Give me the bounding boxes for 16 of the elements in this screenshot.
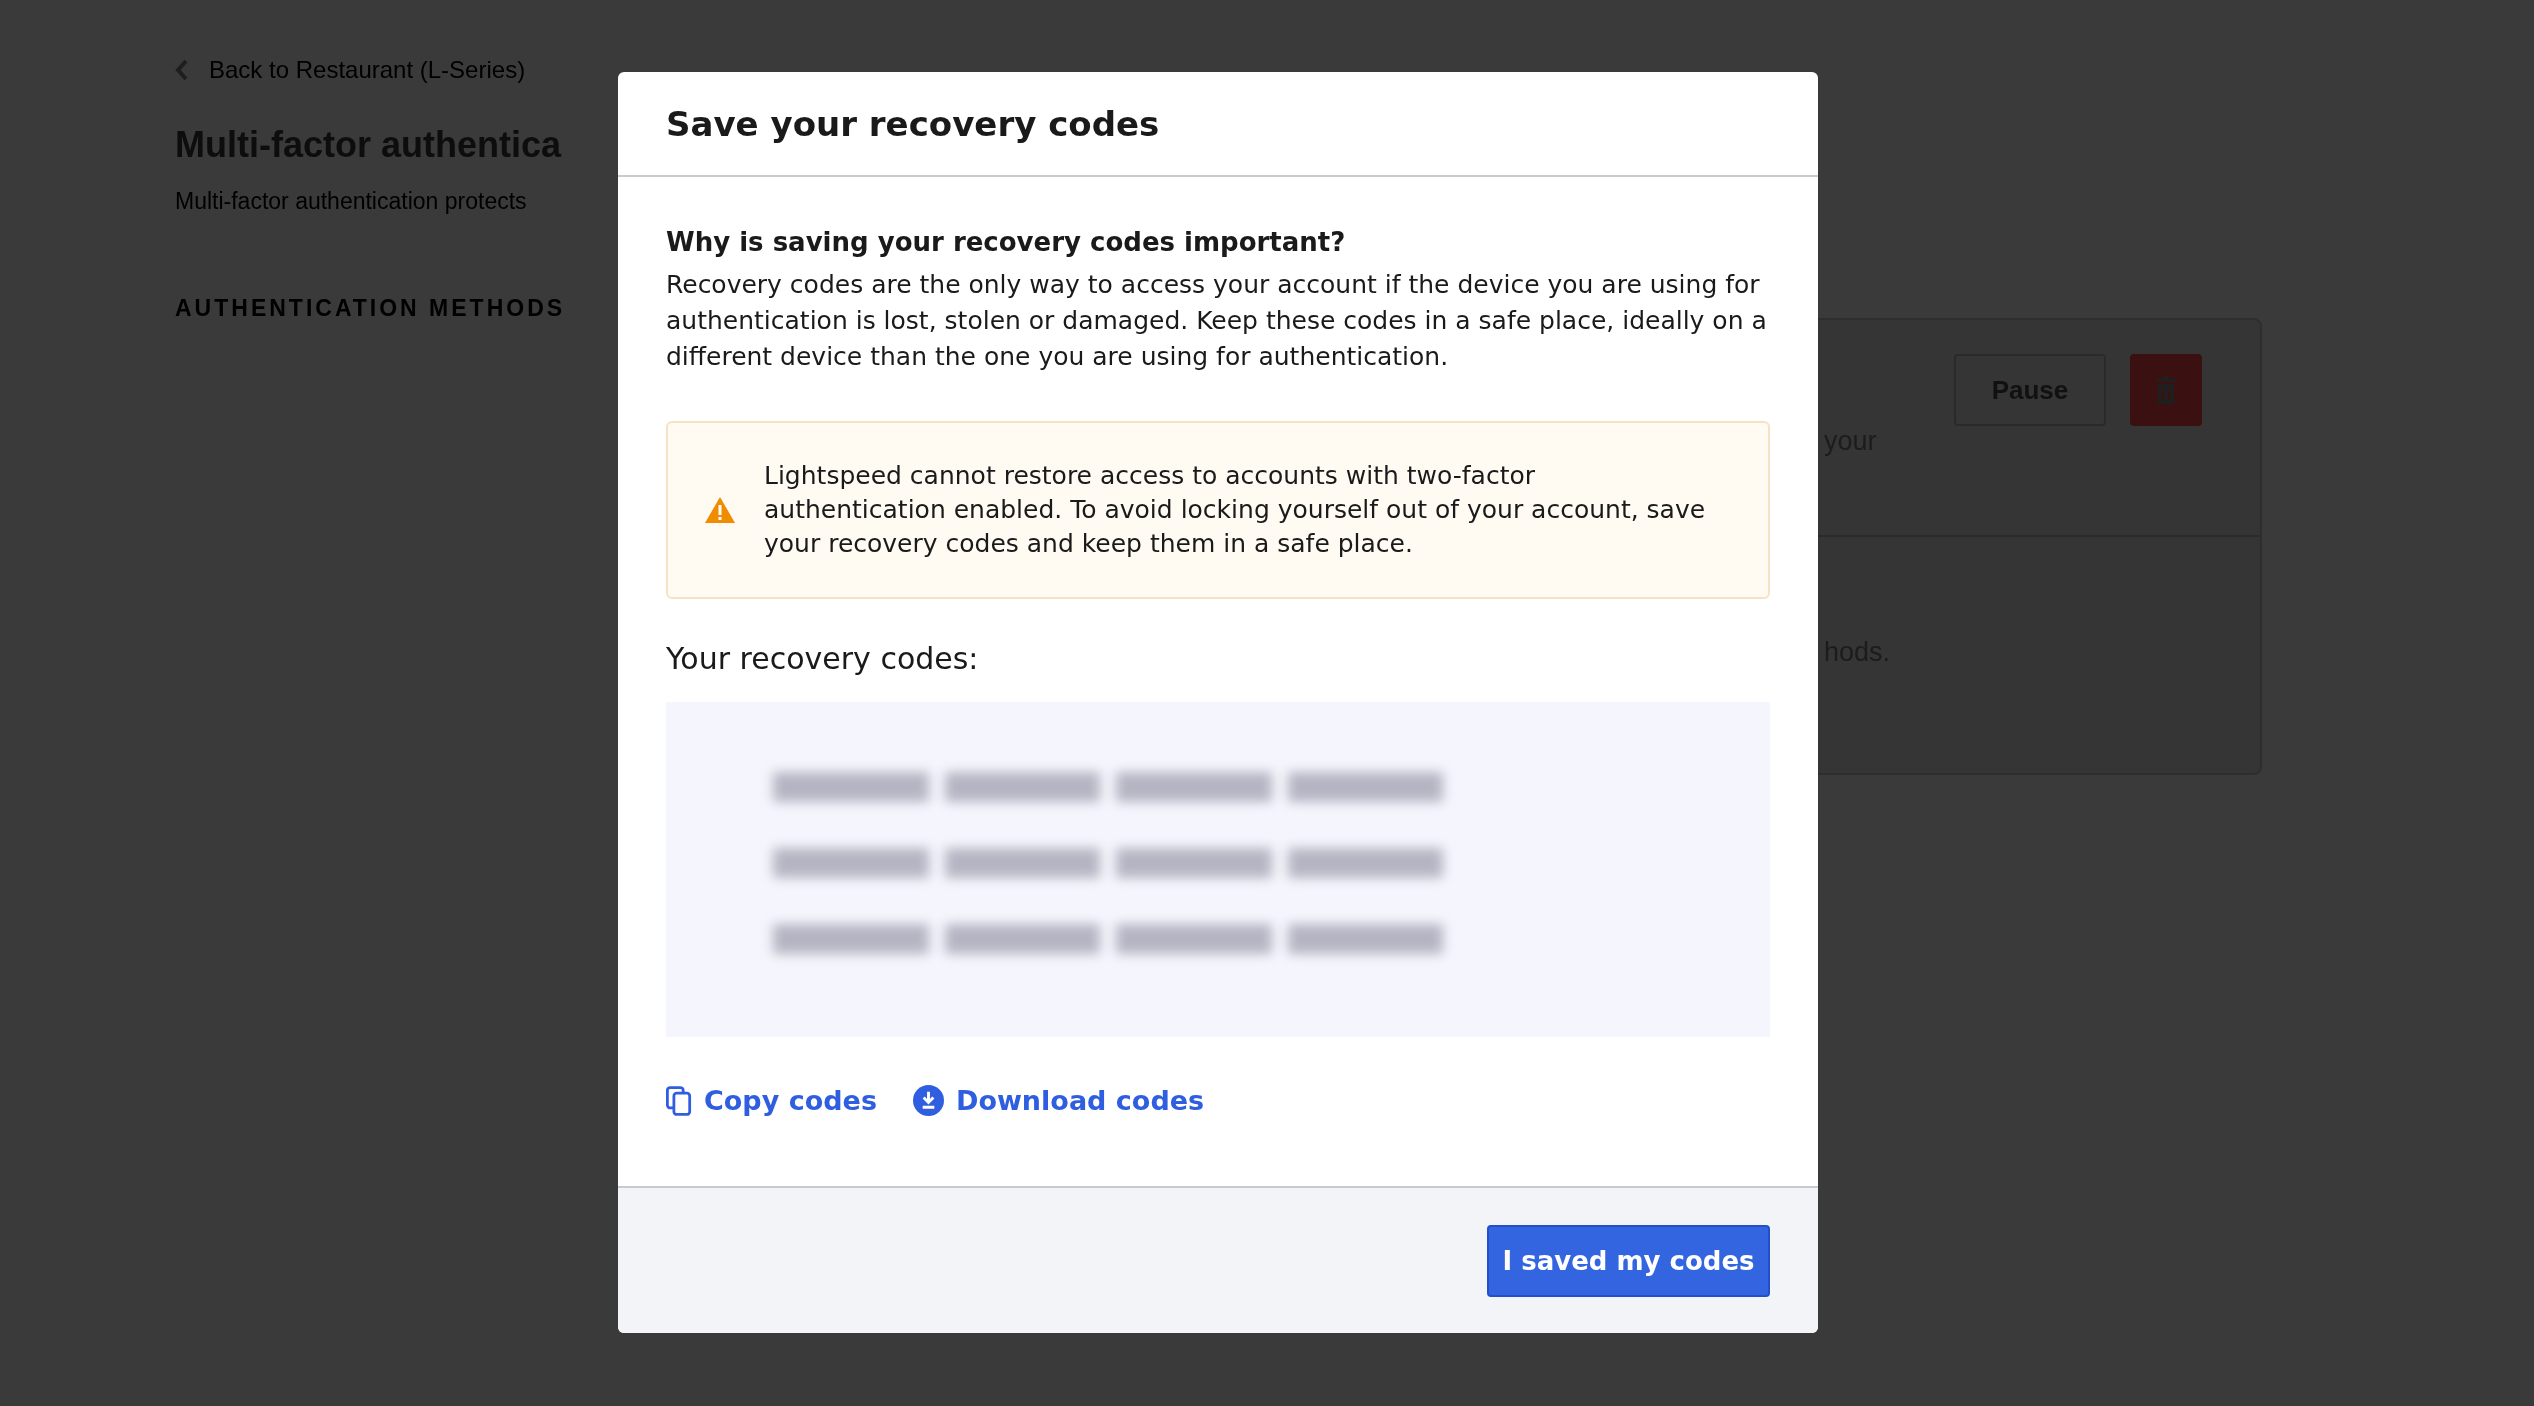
copy-link[interactable]: Copy codes	[666, 1085, 877, 1116]
section-heading: AUTHENTICATION METHODS	[175, 295, 567, 322]
confirm-button[interactable]: I saved my codes	[1487, 1224, 1770, 1297]
trash-icon	[2154, 374, 2178, 406]
download-icon	[912, 1085, 944, 1116]
chevron-left-icon	[175, 59, 189, 81]
dialog-title: Save your recovery codes	[666, 103, 1160, 144]
page-description: Multi-factor authentication protects	[175, 188, 528, 215]
explanation-text: Recovery codes are the only way to access your account if the device you are using for authentication is lost, stolen or damaged. Keep these codes in a safe place, ideally on a different device than the one you are using for authentication.	[666, 269, 1768, 373]
warning-icon	[704, 496, 736, 524]
copy-icon	[666, 1085, 692, 1116]
codes-label: Your recovery codes:	[666, 641, 980, 676]
warning-text: Lightspeed cannot restore access to accounts with two-factor authentication enabled. To avoid locking yourself out of your account, save your recovery codes and keep them in a safe place.	[764, 460, 1707, 560]
download-link[interactable]: Download codes	[912, 1085, 1205, 1116]
delete-button[interactable]	[2130, 354, 2202, 426]
question-heading: Why is saving your recovery codes important?	[666, 227, 1347, 257]
